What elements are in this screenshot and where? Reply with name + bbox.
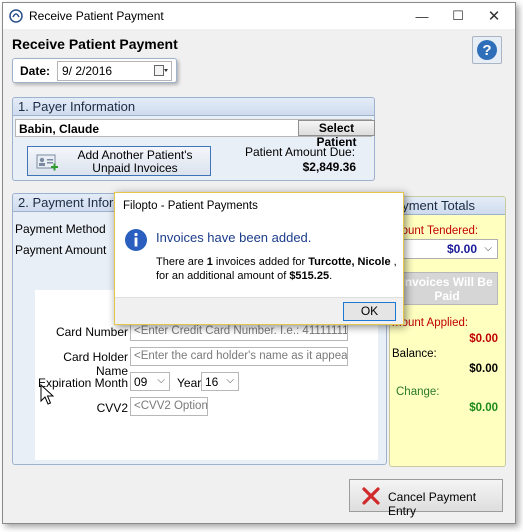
add-user-card-icon bbox=[36, 154, 58, 171]
chevron-down-icon: ⌵ bbox=[157, 375, 165, 386]
dialog-footer: OK bbox=[115, 297, 403, 324]
invoices-will-be-paid-button[interactable]: Invoices Will Be Paid bbox=[396, 272, 498, 305]
red-x-icon bbox=[362, 487, 380, 505]
close-button[interactable]: ✕ bbox=[477, 3, 511, 29]
date-panel: Date: 9/ 2/2016 bbox=[12, 58, 177, 83]
amount-due-label: Patient Amount Due: bbox=[245, 145, 356, 159]
invoices-added-dialog: Filopto - Patient Payments Invoices have… bbox=[114, 192, 404, 325]
cancel-payment-entry-button[interactable]: Cancel Payment Entry bbox=[349, 479, 503, 518]
cancel-payment-label: Cancel Payment Entry bbox=[388, 490, 477, 518]
date-label: Date: bbox=[20, 64, 51, 78]
window-title: Receive Patient Payment bbox=[29, 9, 164, 23]
amount-tendered-value: $0.00 bbox=[446, 242, 477, 256]
title-bar: Receive Patient Payment — ☐ ✕ bbox=[3, 3, 515, 29]
cvv2-input[interactable]: <CVV2 Optiona bbox=[130, 397, 208, 416]
amount-tendered-select[interactable]: $0.00 ⌵ bbox=[394, 239, 498, 259]
msg-patient: Turcotte, Nicole bbox=[308, 256, 391, 268]
card-number-label: Card Number bbox=[55, 325, 128, 339]
card-holder-label: Card Holder Name bbox=[63, 350, 128, 378]
chevron-down-icon: ⌵ bbox=[484, 243, 492, 254]
msg-amount: $515.25 bbox=[289, 270, 330, 282]
dialog-heading: Invoices have been added. bbox=[156, 230, 312, 245]
mouse-pointer-icon bbox=[40, 384, 54, 405]
minimize-button[interactable]: — bbox=[405, 3, 439, 29]
app-icon bbox=[9, 9, 23, 23]
ok-button[interactable]: OK bbox=[343, 302, 396, 321]
help-button[interactable]: ? bbox=[472, 36, 502, 64]
payer-section-header: 1. Payer Information bbox=[13, 98, 374, 116]
date-value: 9/ 2/2016 bbox=[62, 64, 113, 78]
card-holder-input[interactable]: <Enter the card holder's name as it appe… bbox=[130, 347, 348, 366]
chevron-down-icon: ⌵ bbox=[226, 375, 234, 386]
calendar-dropdown-icon[interactable] bbox=[154, 65, 168, 77]
year-label: Year bbox=[177, 376, 202, 390]
payment-method-label: Payment Method bbox=[15, 222, 106, 236]
dialog-title: Filopto - Patient Payments bbox=[123, 200, 258, 212]
payment-section-header: 2. Payment Infor bbox=[13, 194, 123, 212]
amount-due-value: $2,849.36 bbox=[302, 160, 356, 174]
expiration-month-select[interactable]: 09 ⌵ bbox=[130, 372, 170, 391]
maximize-button[interactable]: ☐ bbox=[441, 3, 475, 29]
page-title: Receive Patient Payment bbox=[12, 36, 178, 52]
msg-prefix: There are bbox=[156, 256, 207, 268]
svg-text:?: ? bbox=[482, 42, 491, 59]
balance-value: $0.00 bbox=[469, 363, 498, 375]
totals-section-header: ayment Totals bbox=[390, 197, 505, 215]
question-circle-icon: ? bbox=[477, 40, 497, 60]
expiration-year-value: 16 bbox=[205, 375, 219, 389]
info-icon bbox=[125, 229, 147, 251]
expiration-month-value: 09 bbox=[134, 375, 148, 389]
msg-end: . bbox=[329, 270, 333, 282]
payment-amount-label: Payment Amount bbox=[15, 243, 107, 257]
expiration-year-select[interactable]: 16 ⌵ bbox=[201, 372, 239, 391]
amount-tendered-label: mount Tendered: bbox=[392, 225, 479, 237]
payment-totals-panel: ayment Totals mount Tendered: $0.00 ⌵ In… bbox=[389, 196, 506, 467]
add-patient-invoices-button[interactable]: Add Another Patient's Unpaid Invoices bbox=[27, 146, 211, 176]
add-invoices-label: Add Another Patient's Unpaid Invoices bbox=[77, 148, 193, 175]
change-label: Change: bbox=[396, 386, 440, 398]
balance-label: Balance: bbox=[392, 348, 437, 360]
payer-information-panel: 1. Payer Information Babin, Claude Selec… bbox=[12, 97, 375, 181]
date-picker[interactable]: 9/ 2/2016 bbox=[57, 61, 172, 81]
select-patient-button[interactable]: Select Patient bbox=[298, 120, 375, 149]
msg-mid: invoices added for bbox=[212, 256, 309, 268]
amount-applied-value: $0.00 bbox=[469, 333, 498, 345]
dialog-message: There are 1 invoices added for Turcotte,… bbox=[156, 255, 400, 283]
change-value: $0.00 bbox=[469, 402, 498, 414]
receive-payment-window: Receive Patient Payment — ☐ ✕ Receive Pa… bbox=[2, 2, 516, 524]
